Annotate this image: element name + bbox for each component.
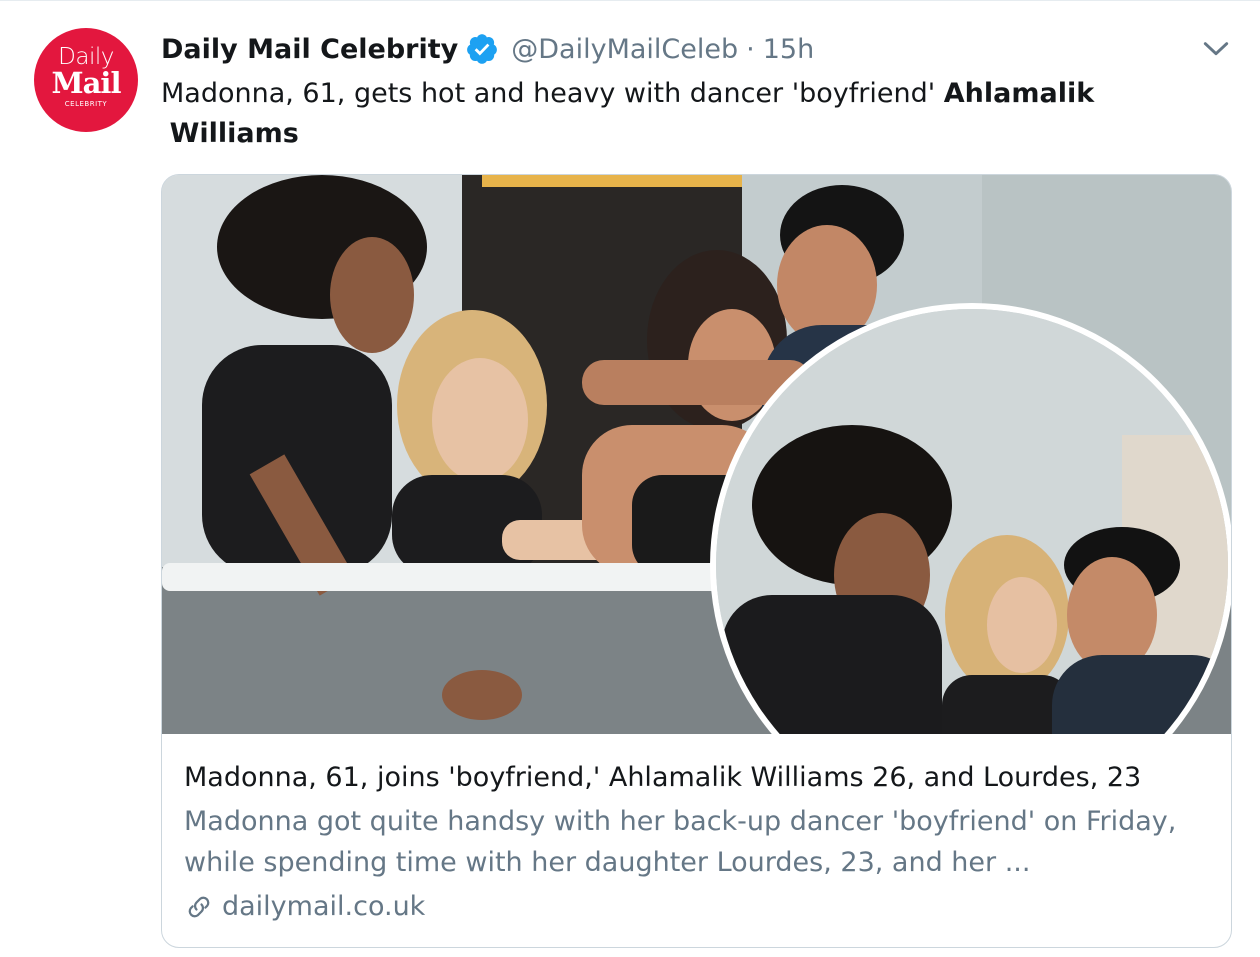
card-photo[interactable] [162,175,1231,734]
verified-badge-icon [467,34,498,64]
card-domain[interactable]: dailymail.co.uk [184,891,1214,922]
tweet[interactable]: Daily Mail CELEBRITY Daily Mail Celebrit… [0,0,1260,957]
card-description: Madonna got quite handsy with her back-u… [184,806,1177,878]
tweet-text-plain: Madonna, 61, gets hot and heavy with dan… [161,78,944,109]
chevron-down-icon[interactable] [1200,33,1232,65]
avatar[interactable]: Daily Mail CELEBRITY [34,28,138,132]
tweet-text: Madonna, 61, gets hot and heavy with dan… [161,74,1161,154]
avatar-logo-line3: CELEBRITY [64,100,108,108]
card-domain-text: dailymail.co.uk [222,891,426,922]
link-card[interactable]: Madonna, 61, joins 'boyfriend,' Ahlamali… [161,174,1232,948]
card-photo-image [162,175,1231,734]
card-title[interactable]: Madonna, 61, joins 'boyfriend,' Ahlamali… [184,759,1214,797]
tweet-text-bold-first: Ahlamalik [943,78,1095,109]
card-text: Madonna, 61, joins 'boyfriend,' Ahlamali… [184,759,1214,922]
avatar-logo-line2: Mail [51,66,122,100]
separator-dot: · [746,33,755,65]
tweet-header: Daily Mail Celebrity @DailyMailCeleb · 1… [161,31,814,67]
tweet-timestamp[interactable]: 15h [763,34,814,65]
link-icon [188,896,210,917]
author-name[interactable]: Daily Mail Celebrity [161,34,458,65]
author-handle[interactable]: @DailyMailCeleb [511,34,738,65]
tweet-text-bold-second: Williams [169,118,299,149]
